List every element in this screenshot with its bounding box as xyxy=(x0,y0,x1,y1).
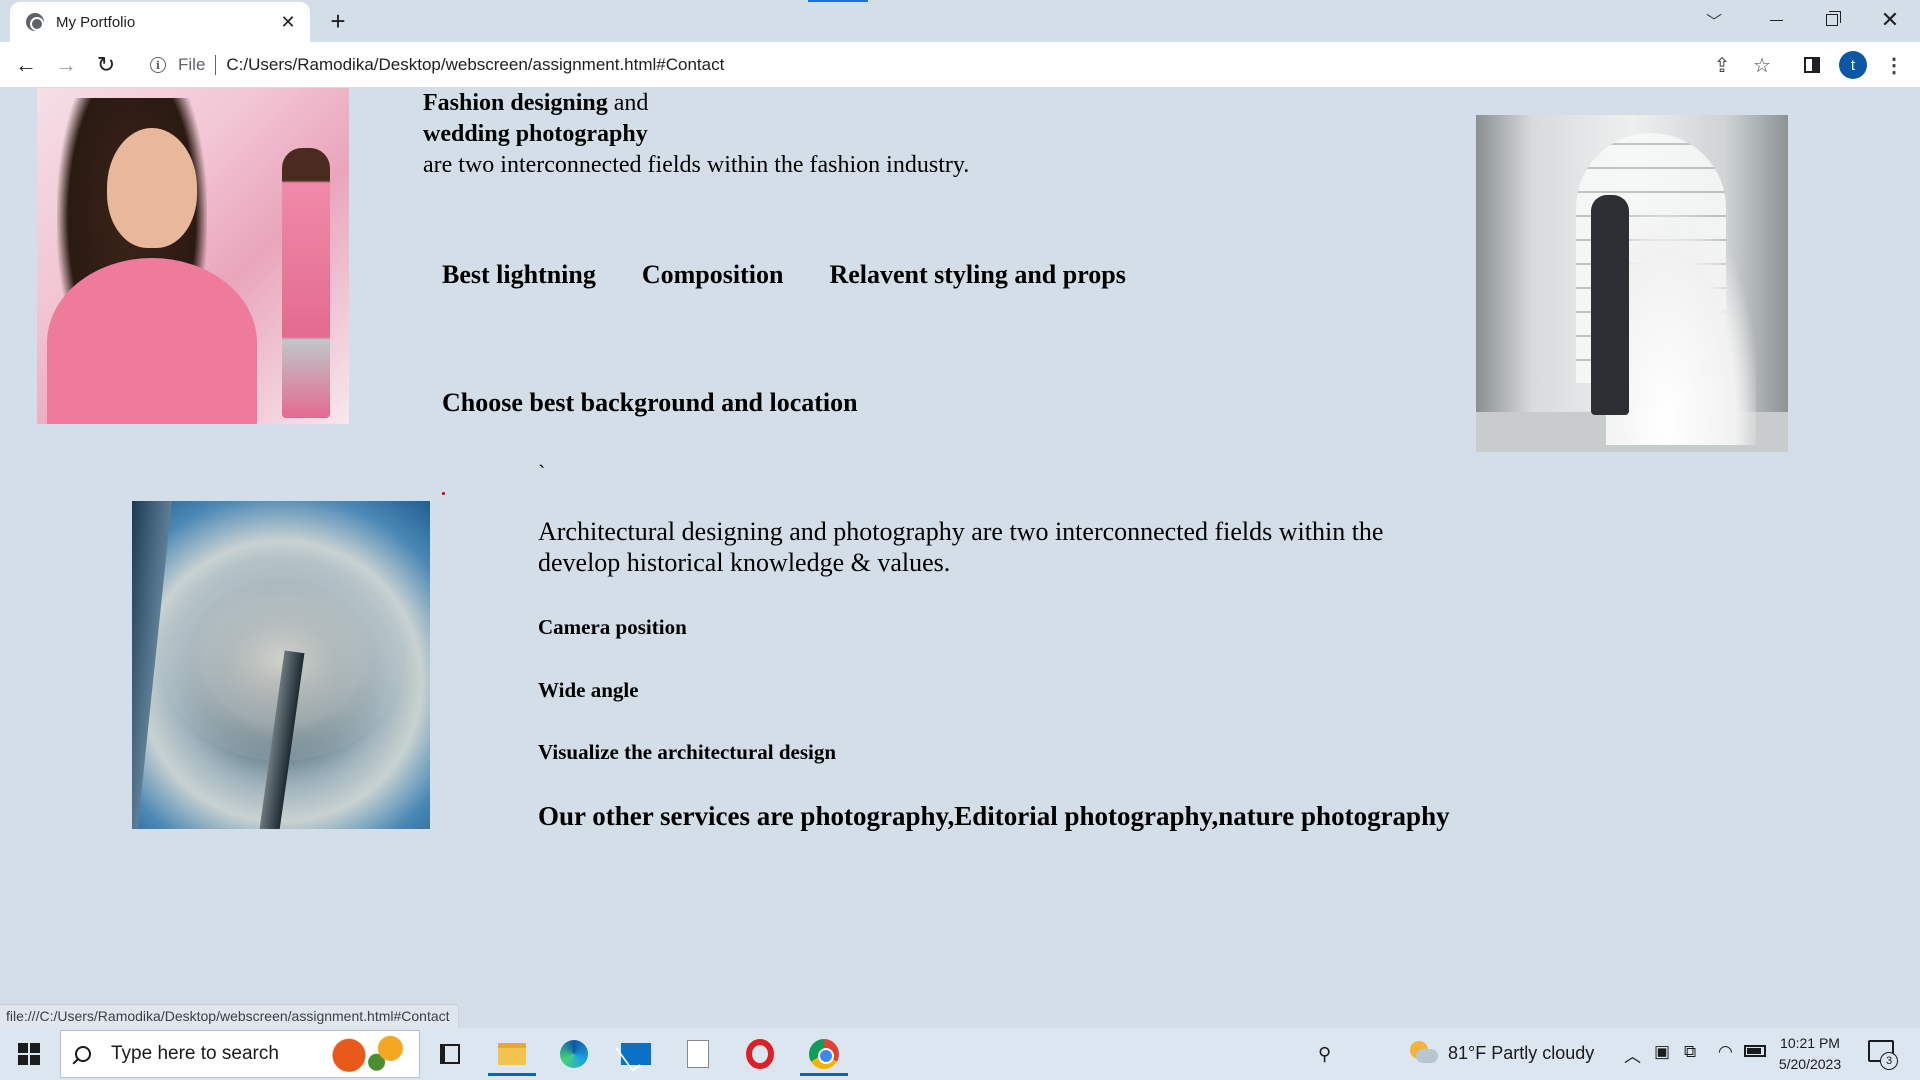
stray-backtick: ` xyxy=(538,460,546,485)
architecture-paragraph: Architectural designing and photography … xyxy=(538,517,1384,577)
fashion-model-image xyxy=(37,88,349,424)
service-best-lightning: Best lightning xyxy=(442,260,596,289)
browser-toolbar: ← → ↻ i File C:/Users/Ramodika/Desktop/w… xyxy=(0,42,1920,88)
opera-button[interactable] xyxy=(730,1032,790,1076)
arch-item-camera-position: Camera position xyxy=(538,615,687,639)
mail-button[interactable] xyxy=(606,1032,666,1076)
wifi-icon[interactable]: ◠ xyxy=(1718,1042,1733,1062)
back-button[interactable]: ← xyxy=(10,49,42,81)
system-clock[interactable]: 10:21 PM 5/20/2023 xyxy=(1772,1033,1848,1075)
search-icon xyxy=(75,1046,91,1062)
globe-icon xyxy=(26,13,44,31)
plus-icon: + xyxy=(330,6,346,36)
file-explorer-button[interactable] xyxy=(482,1032,542,1076)
url-scheme: File xyxy=(178,55,206,74)
file-button[interactable] xyxy=(668,1032,728,1076)
share-icon[interactable]: ⇪ xyxy=(1708,51,1736,79)
minimize-icon xyxy=(1769,19,1783,21)
clock-time: 10:21 PM xyxy=(1780,1035,1840,1051)
task-view-button[interactable] xyxy=(420,1032,480,1076)
arch-item-visualize-design: Visualize the architectural design xyxy=(538,740,837,764)
notification-count-badge: 3 xyxy=(1880,1052,1898,1070)
intro-and: and xyxy=(613,90,649,116)
edge-button[interactable] xyxy=(544,1032,604,1076)
folder-icon xyxy=(498,1043,526,1065)
weather-widget[interactable]: 81°F Partly cloudy xyxy=(1448,1043,1594,1064)
tab-strip: My Portfolio ✕ + ﹀ ✕ xyxy=(0,0,1920,42)
maximize-button[interactable] xyxy=(1804,0,1860,40)
status-bar-url: file:///C:/Users/Ramodika/Desktop/webscr… xyxy=(0,1004,459,1028)
choose-background-heading: Choose best background and location xyxy=(442,388,858,417)
tab-loading-indicator xyxy=(808,0,868,2)
city-skyscraper-image xyxy=(132,501,430,829)
address-bar[interactable]: i File C:/Users/Ramodika/Desktop/webscre… xyxy=(138,48,1712,82)
arch-item-wide-angle: Wide angle xyxy=(538,678,639,702)
close-icon[interactable]: ✕ xyxy=(278,12,298,33)
chrome-icon xyxy=(809,1039,839,1069)
star-icon[interactable]: ☆ xyxy=(1748,51,1776,79)
close-window-button[interactable]: ✕ xyxy=(1862,0,1918,40)
edge-icon xyxy=(560,1040,588,1068)
service-composition: Composition xyxy=(641,260,784,289)
battery-icon[interactable] xyxy=(1744,1042,1766,1057)
tab-my-portfolio[interactable]: My Portfolio ✕ xyxy=(10,2,310,42)
chevron-up-icon[interactable]: ︿ xyxy=(1624,1042,1641,1067)
page-content: Fashion designing and wedding photograph… xyxy=(0,88,1920,1028)
taskbar-search-placeholder: Type here to search xyxy=(111,1043,279,1064)
file-icon xyxy=(687,1040,709,1068)
forward-button[interactable]: → xyxy=(50,49,82,81)
intro-line-3: are two interconnected fields within the… xyxy=(423,152,970,178)
reload-button[interactable]: ↻ xyxy=(90,49,122,81)
task-view-icon xyxy=(440,1044,460,1064)
red-dot xyxy=(442,492,445,495)
chevron-down-icon[interactable]: ﹀ xyxy=(1706,8,1722,32)
chrome-button[interactable] xyxy=(794,1032,854,1076)
profile-avatar[interactable]: t xyxy=(1839,51,1867,79)
opera-icon xyxy=(746,1039,774,1069)
close-window-icon: ✕ xyxy=(1880,7,1900,32)
service-styling-props: Relavent styling and props xyxy=(829,260,1126,289)
people-icon[interactable]: ⚲ xyxy=(1318,1044,1331,1065)
windows-start-button[interactable] xyxy=(18,1043,40,1065)
taskbar: Type here to search ⚲ 81°F Partly cloudy… xyxy=(0,1028,1920,1080)
url-text[interactable]: C:/Users/Ramodika/Desktop/webscreen/assi… xyxy=(226,55,724,75)
intro-paragraph: Fashion designing and wedding photograph… xyxy=(423,88,1123,181)
minimize-button[interactable] xyxy=(1748,0,1804,40)
forward-arrow-icon: → xyxy=(55,52,77,77)
back-arrow-icon: ← xyxy=(15,52,37,77)
wedding-couple-image xyxy=(1476,115,1788,452)
side-panel-icon[interactable] xyxy=(1798,51,1826,79)
url-separator xyxy=(215,55,217,75)
maximize-icon xyxy=(1826,11,1841,26)
mail-icon xyxy=(621,1043,651,1065)
tab-title: My Portfolio xyxy=(56,13,136,31)
partly-cloudy-icon[interactable] xyxy=(1408,1041,1438,1065)
intro-wedding-photography: wedding photography xyxy=(423,121,648,147)
info-icon[interactable]: i xyxy=(150,57,166,73)
clock-date: 5/20/2023 xyxy=(1778,1056,1842,1072)
other-services-heading: Our other services are photography,Edito… xyxy=(538,801,1450,831)
meet-now-icon[interactable]: ▣ xyxy=(1654,1042,1670,1062)
display-icon[interactable]: ⧉ xyxy=(1684,1042,1696,1062)
search-highlight-flowers-icon xyxy=(326,1030,418,1076)
new-tab-button[interactable]: + xyxy=(322,6,354,38)
intro-fashion-designing: Fashion designing xyxy=(423,90,608,116)
reload-icon: ↻ xyxy=(96,52,116,77)
kebab-menu-icon[interactable]: ⋮ xyxy=(1880,51,1908,79)
services-row: Best lightning Composition Relavent styl… xyxy=(442,260,1126,290)
